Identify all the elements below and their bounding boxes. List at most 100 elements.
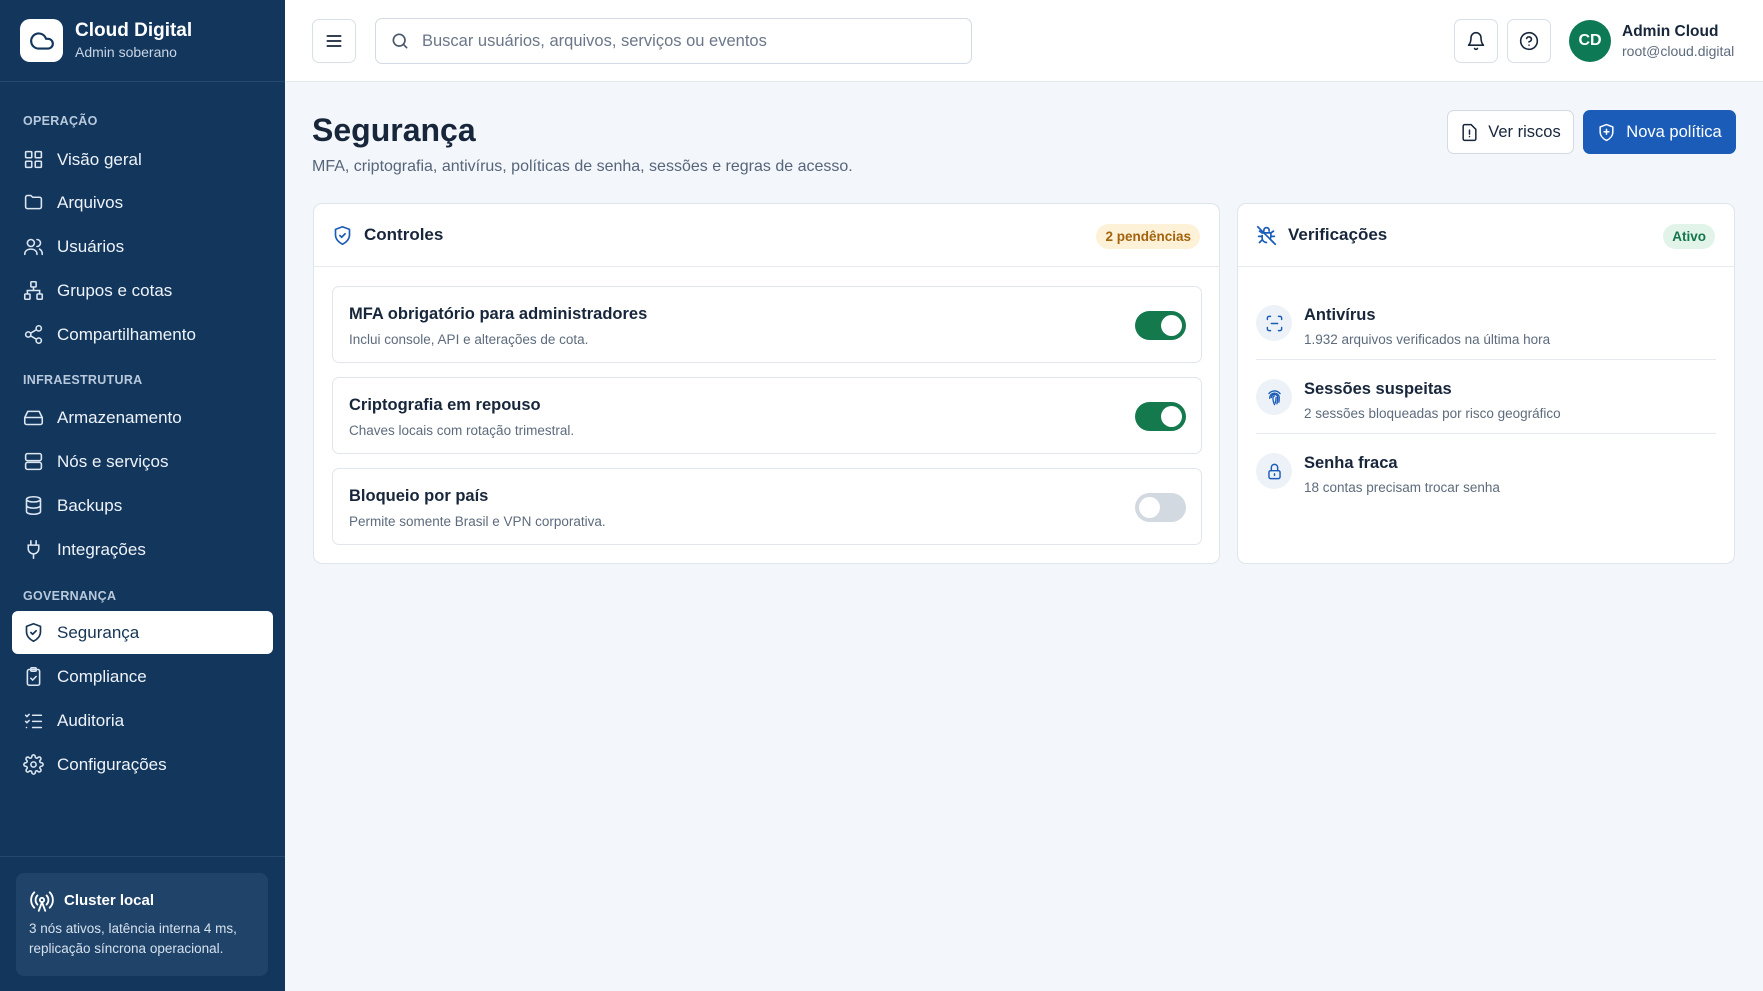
check-item-senha-fraca[interactable]: Senha fraca 18 contas precisam trocar se…	[1256, 445, 1716, 519]
view-risks-label: Ver riscos	[1488, 122, 1561, 141]
checks-card: Verificações Ativo Antivírus 1.932 arqui…	[1237, 203, 1735, 564]
check-divider	[1256, 433, 1716, 434]
help-circle-icon	[1519, 31, 1539, 51]
brand-title: Cloud Digital	[75, 20, 193, 41]
user-name: Admin Cloud	[1622, 23, 1719, 40]
sidebar-item-armazenamento[interactable]: Armazenamento	[12, 396, 273, 439]
avatar[interactable]: CD	[1569, 20, 1611, 62]
help-button[interactable]	[1507, 19, 1551, 63]
bug-off-icon	[1256, 225, 1277, 245]
user-email: root@cloud.digital	[1622, 43, 1735, 59]
new-policy-button[interactable]: Nova política	[1583, 110, 1736, 154]
active-badge: Ativo	[1663, 224, 1715, 249]
sidebar-item-label: Segurança	[57, 622, 140, 642]
control-desc: Chaves locais com rotação trimestral.	[349, 423, 575, 438]
clipboard-check-icon	[26, 666, 41, 687]
encryption-toggle[interactable]	[1135, 402, 1186, 431]
new-policy-label: Nova política	[1626, 122, 1722, 141]
bell-icon	[1467, 31, 1485, 51]
hard-drive-icon	[23, 410, 44, 426]
radio-tower-icon	[30, 891, 54, 912]
folder-icon	[24, 194, 43, 210]
page-subtitle: MFA, criptografia, antivírus, políticas …	[312, 158, 853, 175]
cluster-title: Cluster local	[64, 891, 155, 909]
topbar: CD Admin Cloud root@cloud.digital	[285, 0, 1763, 82]
sidebar-item-auditoria[interactable]: Auditoria	[12, 699, 273, 742]
toggle-knob	[1161, 406, 1182, 427]
nav-section-governanca: GOVERNANÇA	[23, 589, 117, 603]
sidebar-item-label: Grupos e cotas	[57, 280, 173, 300]
check-title: Sessões suspeitas	[1304, 380, 1452, 398]
sidebar-item-backups[interactable]: Backups	[12, 484, 273, 527]
users-icon	[23, 238, 44, 256]
check-title: Antivírus	[1304, 306, 1376, 324]
page-title: Segurança	[312, 112, 476, 148]
sidebar-item-label: Armazenamento	[57, 407, 182, 427]
sidebar-item-label: Nós e serviços	[57, 451, 169, 471]
sidebar-item-label: Integrações	[57, 539, 146, 559]
toggle-knob	[1161, 315, 1182, 336]
control-item-mfa: MFA obrigatório para administradores Inc…	[332, 286, 1202, 363]
sidebar-item-usuarios[interactable]: Usuários	[12, 225, 273, 268]
toggle-knob	[1139, 497, 1160, 518]
menu-icon	[326, 35, 342, 47]
scan-icon	[1256, 305, 1292, 341]
sidebar-item-arquivos[interactable]: Arquivos	[12, 181, 273, 224]
shield-plus-icon	[1599, 123, 1614, 141]
check-desc: 18 contas precisam trocar senha	[1304, 480, 1500, 495]
sidebar-item-compartilhamento[interactable]: Compartilhamento	[12, 313, 273, 356]
sidebar-item-label: Auditoria	[57, 710, 125, 730]
control-title: MFA obrigatório para administradores	[349, 305, 648, 323]
grid-icon	[24, 150, 43, 169]
sidebar-item-nos-e-servicos[interactable]: Nós e serviços	[12, 440, 273, 483]
sidebar-item-label: Compliance	[57, 666, 147, 686]
control-desc: Inclui console, API e alterações de cota…	[349, 332, 589, 347]
sidebar: Cloud Digital Admin soberano OPERAÇÃO Vi…	[0, 0, 285, 991]
file-alert-icon	[1462, 123, 1477, 141]
shield-icon	[25, 622, 42, 643]
control-title: Criptografia em repouso	[349, 396, 541, 414]
controls-card: Controles 2 pendências MFA obrigatório p…	[313, 203, 1220, 564]
view-risks-button[interactable]: Ver riscos	[1447, 110, 1574, 154]
control-item-bloqueio-pais: Bloqueio por país Permite somente Brasil…	[332, 468, 1202, 545]
sidebar-item-grupos-e-cotas[interactable]: Grupos e cotas	[12, 269, 273, 312]
search-input[interactable]	[422, 31, 962, 51]
sidebar-item-integracoes[interactable]: Integrações	[12, 528, 273, 571]
pending-badge: 2 pendências	[1096, 224, 1200, 249]
checks-title: Verificações	[1288, 225, 1388, 244]
controls-title: Controles	[364, 225, 444, 244]
sidebar-item-visao-geral[interactable]: Visão geral	[12, 138, 273, 181]
sidebar-item-seguranca[interactable]: Segurança	[12, 611, 273, 654]
mfa-toggle[interactable]	[1135, 311, 1186, 340]
control-item-criptografia: Criptografia em repouso Chaves locais co…	[332, 377, 1202, 454]
check-desc: 2 sessões bloqueadas por risco geográfic…	[1304, 406, 1561, 421]
sidebar-item-label: Usuários	[57, 236, 125, 256]
fingerprint-icon	[1256, 379, 1292, 415]
network-icon	[23, 280, 44, 301]
cluster-text: 3 nós ativos, latência interna 4 ms, rep…	[29, 921, 237, 956]
gear-icon	[23, 754, 44, 775]
database-icon	[25, 495, 42, 516]
plug-icon	[27, 539, 40, 560]
brand[interactable]: Cloud Digital Admin soberano	[0, 0, 285, 82]
brand-subtitle: Admin soberano	[75, 44, 177, 60]
sidebar-item-label: Arquivos	[57, 192, 124, 212]
cluster-status-card: Cluster local 3 nós ativos, latência int…	[16, 873, 268, 976]
control-title: Bloqueio por país	[349, 487, 489, 505]
sidebar-item-label: Visão geral	[57, 149, 142, 169]
search-icon	[392, 33, 408, 49]
search-box[interactable]	[375, 18, 972, 64]
notifications-button[interactable]	[1454, 19, 1498, 63]
lock-icon	[1256, 453, 1292, 489]
menu-button[interactable]	[312, 19, 356, 63]
sidebar-item-label: Configurações	[57, 754, 167, 774]
nav-section-infraestrutura: INFRAESTRUTURA	[23, 373, 143, 387]
control-desc: Permite somente Brasil e VPN corporativa…	[349, 514, 606, 529]
sidebar-item-configuracoes[interactable]: Configurações	[12, 743, 273, 786]
sidebar-divider	[0, 856, 285, 857]
sidebar-item-compliance[interactable]: Compliance	[12, 655, 273, 698]
server-icon	[24, 452, 43, 471]
shield-check-icon	[334, 225, 351, 245]
country-block-toggle[interactable]	[1135, 493, 1186, 522]
sidebar-item-label: Compartilhamento	[57, 324, 196, 344]
